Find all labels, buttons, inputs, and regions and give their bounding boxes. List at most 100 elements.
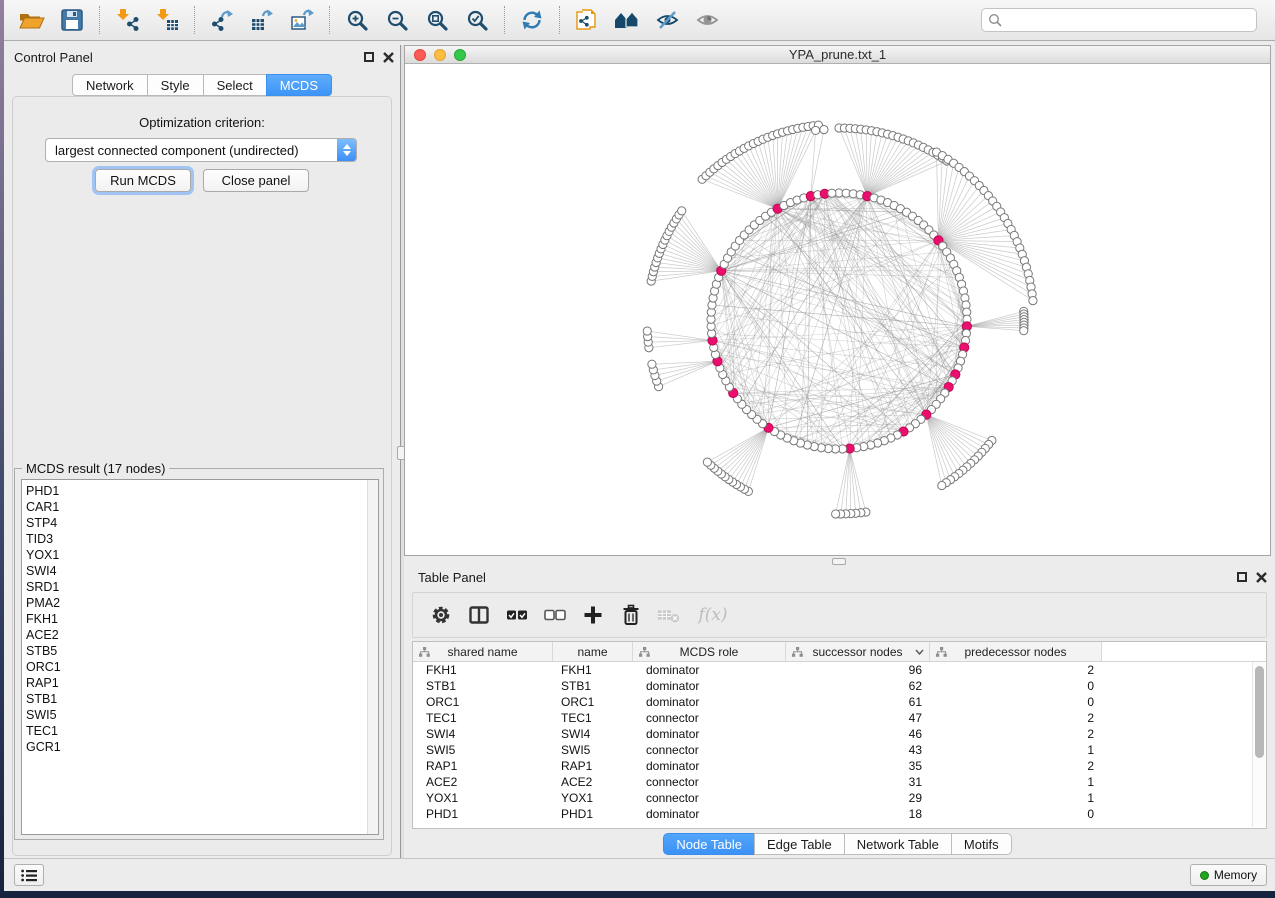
deselect-all-checkboxes-icon [543, 603, 567, 627]
mcds-result-item[interactable]: ORC1 [22, 659, 378, 675]
mcds-result-item[interactable]: TID3 [22, 531, 378, 547]
show-log-button[interactable] [14, 864, 44, 886]
mcds-result-item[interactable]: TEC1 [22, 723, 378, 739]
table-cell: FKH1 [413, 663, 553, 677]
mcds-result-item[interactable]: PMA2 [22, 595, 378, 611]
mcds-list-scrollbar[interactable] [367, 480, 378, 834]
optimization-criterion-label: Optimization criterion: [13, 115, 391, 130]
table-cell: 0 [930, 695, 1102, 709]
close-table-panel-icon[interactable] [1256, 572, 1267, 583]
mcds-result-item[interactable]: STB1 [22, 691, 378, 707]
network-canvas[interactable] [405, 64, 1270, 555]
close-window-icon[interactable] [414, 49, 426, 61]
tab-motifs[interactable]: Motifs [951, 833, 1012, 855]
hierarchy-icon [639, 647, 650, 657]
table-row[interactable]: RAP1RAP1dominator352 [413, 758, 1266, 774]
table-cell: 0 [930, 679, 1102, 693]
column-header-shared-name[interactable]: shared name [413, 642, 553, 661]
tab-select[interactable]: Select [203, 74, 266, 96]
table-row[interactable]: STB1STB1dominator620 [413, 678, 1266, 694]
table-cell: 47 [786, 711, 930, 725]
table-panel-tabs: Node Table Edge Table Network Table Moti… [404, 833, 1271, 855]
horizontal-splitter-grip[interactable] [832, 558, 846, 565]
table-row[interactable]: SWI5SWI5connector431 [413, 742, 1266, 758]
export-image-button[interactable] [282, 3, 322, 37]
mcds-result-item[interactable]: CAR1 [22, 499, 378, 515]
select-all-button[interactable] [505, 603, 529, 627]
close-panel-icon[interactable] [383, 52, 394, 63]
tab-node-table[interactable]: Node Table [663, 833, 754, 855]
dropdown-stepper-icon [337, 139, 356, 161]
table-row[interactable]: ACE2ACE2connector311 [413, 774, 1266, 790]
show-all-button[interactable] [687, 3, 727, 37]
main-toolbar [4, 0, 1275, 41]
table-scrollbar[interactable] [1252, 662, 1265, 827]
close-panel-button[interactable]: Close panel [203, 169, 309, 192]
table-cell: STB1 [553, 679, 633, 693]
minimize-window-icon[interactable] [434, 49, 446, 61]
tab-edge-table[interactable]: Edge Table [754, 833, 844, 855]
export-network-button[interactable] [202, 3, 242, 37]
mcds-result-item[interactable]: FKH1 [22, 611, 378, 627]
criterion-dropdown[interactable]: largest connected component (undirected) [45, 138, 357, 162]
tab-network-table[interactable]: Network Table [844, 833, 951, 855]
table-row[interactable]: FKH1FKH1dominator962 [413, 662, 1266, 678]
delete-column-button[interactable] [619, 603, 643, 627]
mcds-result-item[interactable]: ACE2 [22, 627, 378, 643]
tab-network[interactable]: Network [72, 74, 147, 96]
table-cell: dominator [633, 695, 786, 709]
table-row[interactable]: TEC1TEC1connector472 [413, 710, 1266, 726]
table-row[interactable]: YOX1YOX1connector291 [413, 790, 1266, 806]
table-cell: 62 [786, 679, 930, 693]
export-table-button[interactable] [242, 3, 282, 37]
zoom-out-button[interactable] [377, 3, 417, 37]
import-network-button[interactable] [107, 3, 147, 37]
mcds-result-item[interactable]: STP4 [22, 515, 378, 531]
zoom-selected-button[interactable] [457, 3, 497, 37]
float-table-panel-icon[interactable] [1237, 572, 1247, 582]
table-row[interactable]: ORC1ORC1dominator610 [413, 694, 1266, 710]
mcds-result-item[interactable]: YOX1 [22, 547, 378, 563]
create-column-button[interactable] [581, 603, 605, 627]
table-scrollbar-thumb[interactable] [1255, 666, 1264, 758]
zoom-in-button[interactable] [337, 3, 377, 37]
tab-mcds[interactable]: MCDS [266, 74, 332, 96]
apply-layout-button[interactable] [512, 3, 552, 37]
column-header-successor-nodes[interactable]: successor nodes [786, 642, 930, 661]
memory-button[interactable]: Memory [1190, 864, 1267, 886]
show-column-button[interactable] [467, 603, 491, 627]
hide-selected-button[interactable] [647, 3, 687, 37]
first-neighbors-button[interactable] [607, 3, 647, 37]
table-options-button[interactable] [429, 603, 453, 627]
column-header-mcds-role[interactable]: MCDS role [633, 642, 786, 661]
run-mcds-button[interactable]: Run MCDS [95, 169, 191, 192]
mcds-result-item[interactable]: RAP1 [22, 675, 378, 691]
mcds-result-item[interactable]: SWI4 [22, 563, 378, 579]
import-table-button[interactable] [147, 3, 187, 37]
open-file-button[interactable] [12, 3, 52, 37]
table-row[interactable]: PHD1PHD1dominator180 [413, 806, 1266, 822]
mcds-result-item[interactable]: SWI5 [22, 707, 378, 723]
mcds-result-item[interactable]: GCR1 [22, 739, 378, 755]
mcds-result-item[interactable]: STB5 [22, 643, 378, 659]
table-cell: SWI5 [553, 743, 633, 757]
maximize-window-icon[interactable] [454, 49, 466, 61]
column-header-name[interactable]: name [553, 642, 633, 661]
mcds-result-list[interactable]: PHD1CAR1STP4TID3YOX1SWI4SRD1PMA2FKH1ACE2… [21, 479, 379, 835]
network-window-titlebar[interactable] [405, 46, 1270, 64]
deselect-all-button[interactable] [543, 603, 567, 627]
search-input[interactable] [1006, 13, 1250, 27]
mcds-result-title: MCDS result (17 nodes) [22, 461, 169, 476]
new-network-from-selection-button[interactable] [567, 3, 607, 37]
mcds-result-item[interactable]: PHD1 [22, 483, 378, 499]
search-box[interactable] [981, 8, 1257, 32]
toolbar-separator [194, 6, 195, 34]
column-label: successor nodes [786, 645, 929, 659]
column-header-predecessor-nodes[interactable]: predecessor nodes [930, 642, 1102, 661]
save-session-button[interactable] [52, 3, 92, 37]
mcds-result-item[interactable]: SRD1 [22, 579, 378, 595]
float-panel-icon[interactable] [364, 52, 374, 62]
tab-style[interactable]: Style [147, 74, 203, 96]
zoom-fit-button[interactable] [417, 3, 457, 37]
table-row[interactable]: SWI4SWI4dominator462 [413, 726, 1266, 742]
